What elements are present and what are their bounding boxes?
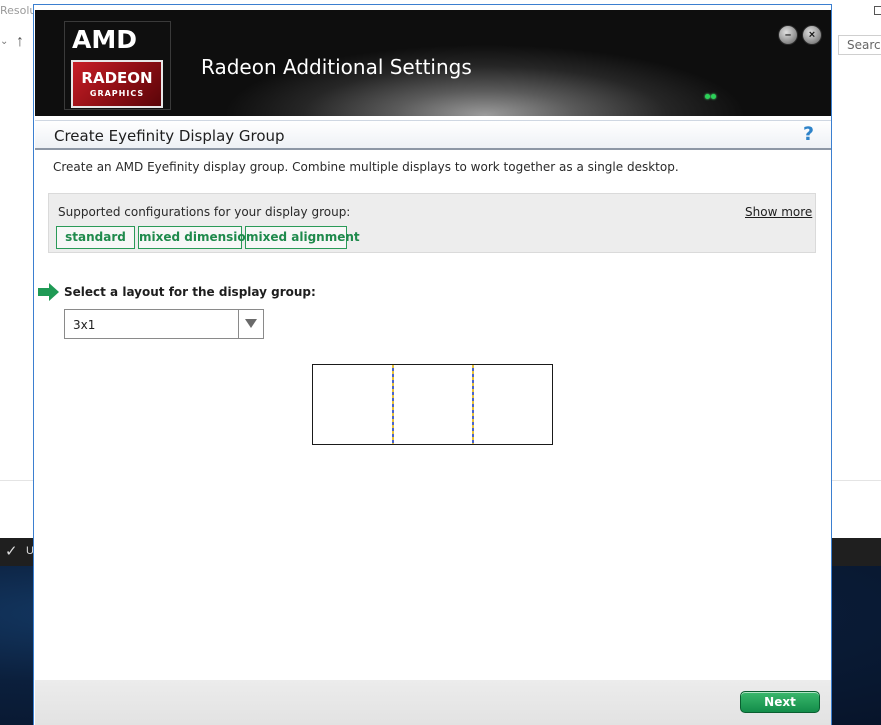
config-tag-standard[interactable]: standard	[56, 226, 135, 249]
configurations-label: Supported configurations for your displa…	[58, 205, 351, 219]
logo-amd-text: AMD	[72, 25, 137, 54]
display-divider	[472, 365, 474, 444]
page-description: Create an AMD Eyefinity display group. C…	[53, 160, 679, 174]
page-title-bar: Create Eyefinity Display Group ?	[35, 120, 831, 150]
radeon-badge: RADEON GRAPHICS	[71, 60, 163, 108]
background-check-icon: ✓	[5, 543, 18, 560]
next-button[interactable]: Next	[740, 691, 820, 713]
show-more-link[interactable]: Show more	[745, 205, 812, 219]
background-up-arrow-icon: ↑	[16, 33, 24, 50]
config-tag-mixed-dimension[interactable]: mixed dimension	[138, 226, 254, 249]
supported-configurations-panel: Supported configurations for your displa…	[48, 193, 816, 253]
help-icon[interactable]: ?	[803, 123, 814, 145]
layout-label: Select a layout for the display group:	[64, 285, 316, 299]
chevron-down-icon	[245, 319, 257, 328]
background-window-title: Resolu	[0, 4, 37, 17]
logo-radeon-text: RADEON	[81, 69, 153, 87]
close-button[interactable]: ×	[802, 25, 822, 45]
layout-selected-value: 3x1	[73, 318, 96, 332]
config-tag-mixed-alignment[interactable]: mixed alignment	[245, 226, 360, 249]
dialog-header: AMD RADEON GRAPHICS Radeon Additional Se…	[35, 10, 831, 116]
background-search-field: Search	[838, 35, 881, 55]
arrow-right-icon	[38, 283, 59, 301]
dialog-footer: Next	[35, 680, 831, 725]
activity-indicator-icon	[705, 86, 719, 99]
page-title: Create Eyefinity Display Group	[54, 127, 285, 145]
layout-dropdown[interactable]: 3x1	[64, 309, 264, 339]
app-title: Radeon Additional Settings	[201, 55, 472, 79]
minimize-button[interactable]: –	[778, 25, 798, 45]
amd-radeon-logo: AMD RADEON GRAPHICS	[64, 21, 171, 110]
background-chevron-down-icon: ⌄	[0, 36, 9, 47]
minimize-icon: –	[784, 29, 792, 41]
display-divider	[392, 365, 394, 444]
radeon-settings-dialog: AMD RADEON GRAPHICS Radeon Additional Se…	[33, 4, 832, 725]
dropdown-arrow[interactable]	[238, 310, 263, 338]
background-window-control	[874, 6, 881, 15]
close-icon: ×	[808, 29, 816, 41]
display-layout-preview	[312, 364, 553, 445]
logo-graphics-text: GRAPHICS	[89, 89, 145, 98]
